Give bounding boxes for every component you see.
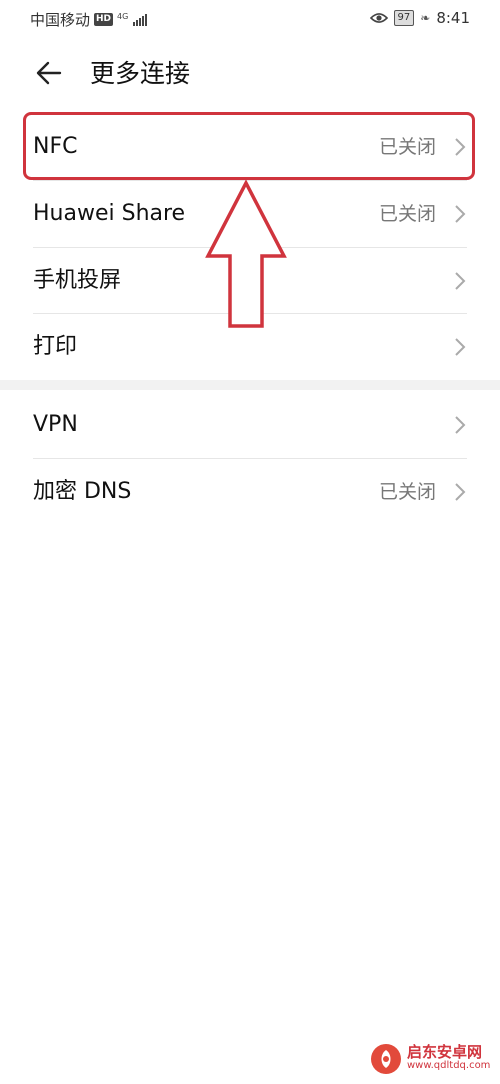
status-left: 中国移动 HD 4G — [30, 9, 148, 30]
annotation-up-arrow-icon — [205, 180, 287, 328]
settings-item-label: 加密 DNS — [33, 479, 132, 504]
clock: 8:41 — [436, 9, 470, 27]
carrier-name: 中国移动 — [30, 11, 91, 29]
status-right: 97 ❧ 8:41 — [369, 9, 470, 27]
chevron-right-icon — [455, 205, 466, 223]
signal-icon — [133, 13, 148, 26]
chevron-right-icon — [455, 338, 466, 356]
watermark-url: www.qdltdq.com — [407, 1060, 491, 1071]
page-title: 更多连接 — [90, 59, 191, 88]
battery-icon: 97 — [393, 10, 415, 26]
hd-badge: HD — [94, 13, 114, 26]
watermark-text: 启东安卓网 www.qdltdq.com — [407, 1045, 490, 1073]
annotation-highlight-box — [23, 112, 475, 180]
status-bar: 中国移动 HD 4G 97 ❧ 8:41 — [0, 0, 500, 36]
network-type: 4G — [117, 11, 129, 21]
settings-item-status: 已关闭 — [378, 481, 436, 503]
power-saving-icon: ❧ — [420, 11, 431, 25]
settings-item-label: Huawei Share — [33, 201, 186, 226]
settings-item-label: 打印 — [33, 334, 78, 359]
settings-item-label: VPN — [33, 412, 78, 437]
watermark-name: 启东安卓网 — [407, 1043, 483, 1061]
page-header: 更多连接 — [0, 44, 500, 106]
settings-item-encrypted-dns[interactable]: 加密 DNS 已关闭 — [0, 459, 500, 525]
settings-item-label: 手机投屏 — [33, 268, 122, 293]
settings-item-vpn[interactable]: VPN — [0, 392, 500, 458]
arrow-left-icon[interactable] — [34, 58, 64, 88]
watermark-logo-icon — [371, 1044, 401, 1074]
battery-level: 97 — [397, 12, 411, 23]
chevron-right-icon — [455, 483, 466, 501]
eye-comfort-icon — [369, 13, 388, 23]
watermark: 启东安卓网 www.qdltdq.com — [370, 1043, 490, 1075]
chevron-right-icon — [455, 272, 466, 290]
section-separator — [0, 380, 500, 390]
chevron-right-icon — [455, 416, 466, 434]
settings-item-status: 已关闭 — [378, 203, 436, 225]
